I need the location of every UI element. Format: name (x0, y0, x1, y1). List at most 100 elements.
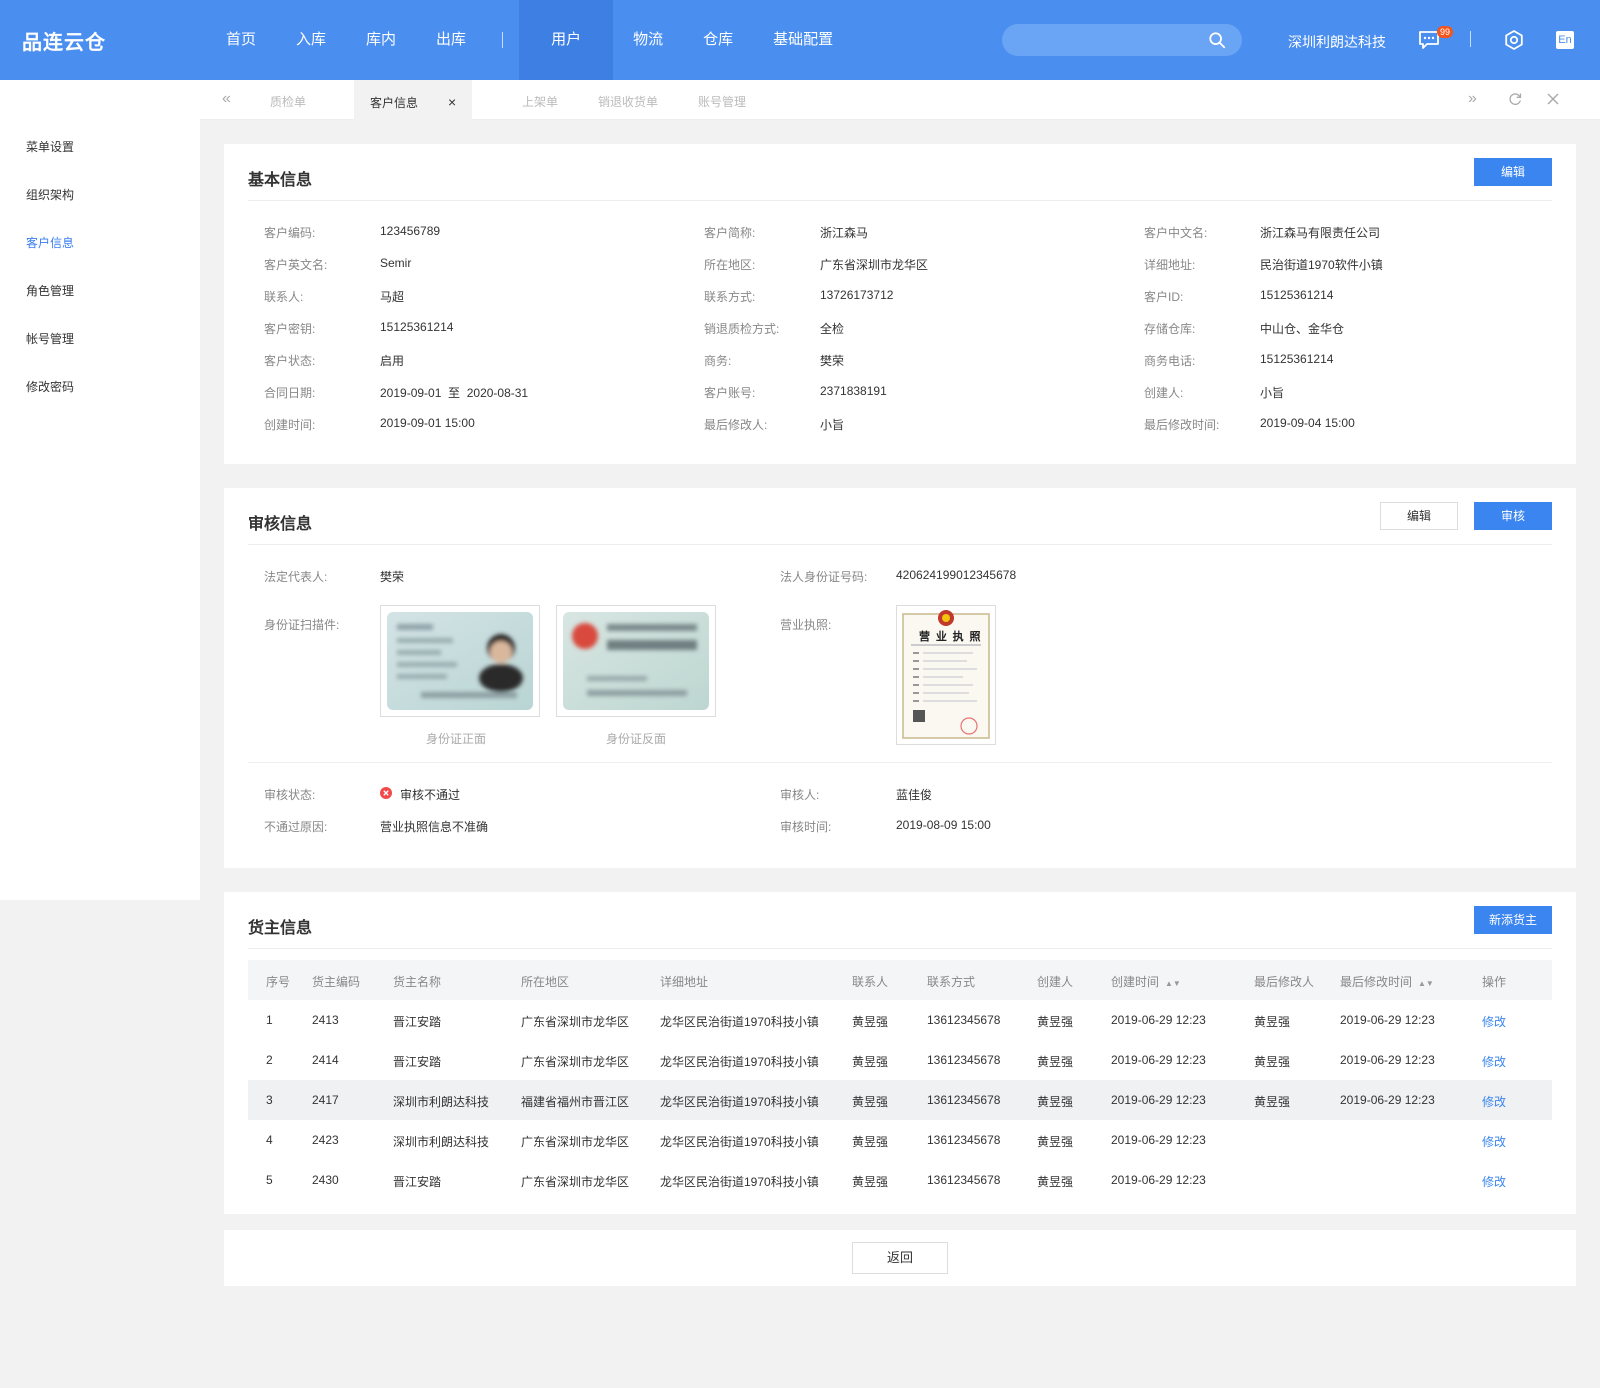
customer-short-name: 浙江森马 (820, 226, 869, 240)
divider (248, 200, 1552, 201)
id-card-front-image[interactable] (380, 605, 540, 717)
owner-phone: 13612345678 (927, 1133, 1001, 1147)
tab-close-icon[interactable]: × (448, 94, 456, 110)
tab-account-management[interactable]: 账号管理 (698, 80, 746, 120)
sidebar-item-customer-info[interactable]: 客户信息 (26, 234, 74, 251)
owner-code: 2430 (312, 1173, 339, 1187)
tab-putaway[interactable]: 上架单 (522, 80, 558, 120)
sidebar: 菜单设置 组织架构 客户信息 角色管理 帐号管理 修改密码 (0, 80, 200, 900)
nav-item-config[interactable]: 基础配置 (753, 0, 853, 80)
basic-edit-button[interactable]: 编辑 (1474, 158, 1552, 186)
field-label: 身份证扫描件: (264, 618, 340, 632)
close-all-icon[interactable] (1547, 93, 1559, 105)
sort-icon[interactable]: ▲▼ (1418, 979, 1434, 988)
legal-id-number: 420624199012345678 (896, 568, 1017, 582)
message-count-badge: 99 (1437, 26, 1454, 38)
customer-account: 2371838191 (820, 384, 887, 398)
owner-address: 龙华区民治街道1970科技小镇 (660, 1055, 819, 1069)
search-input[interactable] (1002, 24, 1242, 56)
owner-phone: 13612345678 (927, 1173, 1001, 1187)
tabs-scroll-left-icon[interactable]: « (222, 90, 231, 108)
header-divider (1470, 31, 1471, 47)
owner-last-modifier: 黄昱强 (1254, 1055, 1291, 1069)
edit-link[interactable]: 修改 (1482, 1173, 1506, 1190)
nav-item-inbound[interactable]: 入库 (276, 0, 346, 80)
nav-item-logistics[interactable]: 物流 (613, 0, 683, 80)
owner-name: 晋江安踏 (393, 1175, 442, 1189)
divider (248, 762, 1552, 763)
table-row: 4 2423 深圳市利朗达科技 广东省深圳市龙华区 龙华区民治街道1970科技小镇 黄昱强… (248, 1120, 1552, 1160)
business-license-image[interactable]: 营 业 执 照 (896, 605, 996, 745)
tab-customer-info[interactable]: 客户信息 × (354, 80, 473, 120)
owner-contact: 黄昱强 (852, 1095, 889, 1109)
back-button[interactable]: 返回 (852, 1242, 948, 1274)
settings-icon[interactable] (1503, 29, 1525, 51)
owner-code: 2417 (312, 1093, 339, 1107)
owner-contact: 黄昱强 (852, 1055, 889, 1069)
nav-item-outbound[interactable]: 出库 (416, 0, 486, 80)
owner-last-modifier: 黄昱强 (1254, 1015, 1291, 1029)
owner-name: 晋江安踏 (393, 1055, 442, 1069)
sort-icon[interactable]: ▲▼ (1165, 979, 1181, 988)
sidebar-item-accounts[interactable]: 帐号管理 (26, 330, 74, 347)
field-label: 客户中文名: (1144, 226, 1208, 240)
tabs-scroll-right-icon[interactable]: » (1468, 90, 1477, 108)
column-header-created-time[interactable]: 创建时间 ▲▼ (1111, 973, 1181, 990)
tab-return-receipt[interactable]: 销退收货单 (598, 80, 658, 120)
owner-region: 广东省深圳市龙华区 (521, 1175, 630, 1189)
audit-edit-button[interactable]: 编辑 (1380, 502, 1458, 530)
basic-info-card: 基本信息 编辑 客户编码: 123456789 客户英文名: Semir 联系人… (224, 144, 1576, 464)
app-logo[interactable]: 品连云仓 (22, 26, 106, 55)
field-label: 最后修改人: (704, 418, 768, 432)
field-label: 审核人: (780, 788, 820, 802)
nav-item-user[interactable]: 用户 (519, 0, 614, 80)
nav-item-home[interactable]: 首页 (206, 0, 276, 80)
customer-chinese-name: 浙江森马有限责任公司 (1260, 226, 1381, 240)
column-header-last-modified-time[interactable]: 最后修改时间 ▲▼ (1340, 973, 1434, 990)
field-label: 所在地区: (704, 258, 756, 272)
table-row: 1 2413 晋江安踏 广东省深圳市龙华区 龙华区民治街道1970科技小镇 黄昱强 1361… (248, 1000, 1552, 1040)
audit-button[interactable]: 审核 (1474, 502, 1552, 530)
sidebar-item-roles[interactable]: 角色管理 (26, 282, 74, 299)
nav-item-warehouse[interactable]: 仓库 (683, 0, 753, 80)
tab-label: 客户信息 (370, 96, 419, 110)
owner-region: 广东省深圳市龙华区 (521, 1055, 630, 1069)
column-header: 所在地区 (521, 975, 570, 989)
footer-bar: 返回 (224, 1230, 1576, 1286)
contact-person: 马超 (380, 290, 405, 304)
field-label: 存储仓库: (1144, 322, 1196, 336)
license-heading-text: 营 业 执 照 (919, 630, 982, 643)
owner-created-time: 2019-06-29 12:23 (1111, 1013, 1206, 1027)
owner-phone: 13612345678 (927, 1053, 1001, 1067)
company-name[interactable]: 深圳利朗达科技 (1288, 32, 1386, 52)
owner-info-card: 货主信息 新添货主 序号 货主编码 货主名称 所在地区 详细地址 联系人 联系方… (224, 892, 1576, 1214)
error-icon (380, 787, 392, 799)
created-time: 2019-09-01 15:00 (380, 416, 475, 430)
edit-link[interactable]: 修改 (1482, 1133, 1506, 1150)
edit-link[interactable]: 修改 (1482, 1093, 1506, 1110)
sidebar-item-change-password[interactable]: 修改密码 (26, 378, 74, 395)
field-label: 合同日期: (264, 386, 316, 400)
edit-link[interactable]: 修改 (1482, 1013, 1506, 1030)
search-icon[interactable] (1208, 31, 1226, 49)
id-card-back-image[interactable] (556, 605, 716, 717)
owner-address: 龙华区民治街道1970科技小镇 (660, 1015, 819, 1029)
tab-quality-check[interactable]: 质检单 (270, 80, 306, 120)
add-owner-button[interactable]: 新添货主 (1474, 906, 1552, 934)
language-switch[interactable]: En (1556, 31, 1574, 49)
table-row: 5 2430 晋江安踏 广东省深圳市龙华区 龙华区民治街道1970科技小镇 黄昱强 1361… (248, 1160, 1552, 1200)
refresh-icon[interactable] (1508, 92, 1522, 106)
owner-name: 深圳市利朗达科技 (393, 1135, 490, 1149)
edit-link[interactable]: 修改 (1482, 1053, 1506, 1070)
customer-secret: 15125361214 (380, 320, 454, 334)
owner-address: 龙华区民治街道1970科技小镇 (660, 1135, 819, 1149)
owner-created-time: 2019-06-29 12:23 (1111, 1133, 1206, 1147)
nav-item-inventory[interactable]: 库内 (346, 0, 416, 80)
owner-name: 晋江安踏 (393, 1015, 442, 1029)
sidebar-item-organization[interactable]: 组织架构 (26, 186, 74, 203)
creator: 小旨 (1260, 386, 1285, 400)
return-inspection-mode: 全检 (820, 322, 845, 336)
sidebar-item-menu-settings[interactable]: 菜单设置 (26, 138, 74, 155)
audit-time: 2019-08-09 15:00 (896, 818, 991, 832)
owner-phone: 13612345678 (927, 1093, 1001, 1107)
